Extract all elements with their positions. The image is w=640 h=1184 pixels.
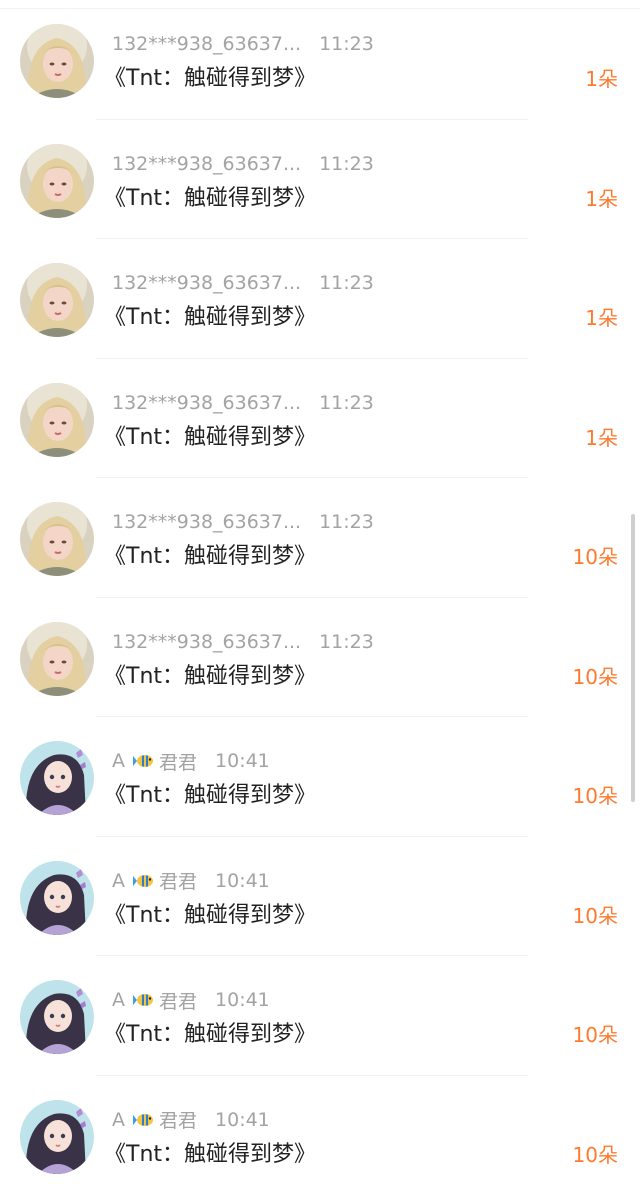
sender-name[interactable]: A 君君 — [112, 867, 197, 894]
sender-name-prefix: A — [112, 750, 125, 772]
list-item[interactable]: A 君君 10:41 《Tnt：触碰得到梦》 10朵 — [0, 717, 640, 837]
blonde-woman-avatar-icon — [20, 382, 94, 457]
sender-name-suffix: 君君 — [159, 751, 198, 774]
send-time: 11:23 — [319, 152, 374, 175]
sender-name[interactable]: 132***938_63637... — [112, 272, 301, 294]
sender-name[interactable]: 132***938_63637... — [112, 392, 301, 414]
tropical-fish-icon — [133, 751, 157, 771]
tropical-fish-icon — [133, 871, 157, 891]
sender-name[interactable]: 132***938_63637... — [112, 631, 301, 653]
avatar[interactable] — [20, 980, 94, 1054]
list-item[interactable]: A 君君 10:41 《Tnt：触碰得到梦》 10朵 — [0, 837, 640, 956]
tropical-fish-icon — [133, 1110, 157, 1130]
sender-name-prefix: A — [112, 869, 125, 892]
avatar[interactable] — [20, 621, 94, 696]
avatar[interactable] — [20, 741, 94, 815]
sender-name-prefix: A — [112, 1108, 125, 1131]
avatar[interactable] — [20, 382, 94, 457]
send-time: 11:23 — [319, 272, 374, 294]
gift-amount: 10朵 — [572, 545, 618, 569]
list-item[interactable]: 132***938_63637... 11:23 《Tnt：触碰得到梦》 1朵 — [0, 0, 640, 120]
book-title: 《Tnt：触碰得到梦》 — [104, 1141, 317, 1167]
sender-meta: A 君君 10:41 — [112, 868, 270, 894]
sender-name[interactable]: 132***938_63637... — [112, 511, 301, 533]
tropical-fish-icon — [133, 990, 157, 1010]
list-item[interactable]: 132***938_63637... 11:23 《Tnt：触碰得到梦》 10朵 — [0, 598, 640, 717]
gift-amount: 1朵 — [585, 67, 618, 91]
book-title: 《Tnt：触碰得到梦》 — [104, 305, 317, 330]
sender-meta: 132***938_63637... 11:23 — [112, 151, 374, 177]
avatar[interactable] — [20, 263, 94, 337]
list-item[interactable]: 132***938_63637... 11:23 《Tnt：触碰得到梦》 1朵 — [0, 359, 640, 478]
sender-name[interactable]: A 君君 — [112, 748, 197, 775]
list-item[interactable]: 132***938_63637... 11:23 《Tnt：触碰得到梦》 1朵 — [0, 239, 640, 359]
gift-amount: 1朵 — [585, 306, 618, 330]
scrollbar[interactable] — [631, 514, 635, 802]
sender-name-suffix: 君君 — [159, 1110, 198, 1132]
list-item[interactable]: A 君君 10:41 《Tnt：触碰得到梦》 10朵 — [0, 956, 640, 1076]
blonde-woman-avatar-icon — [20, 263, 94, 337]
gift-amount: 1朵 — [585, 186, 618, 211]
list-item[interactable]: 132***938_63637... 11:23 《Tnt：触碰得到梦》 10朵 — [0, 478, 640, 598]
send-time: 11:23 — [319, 391, 374, 414]
sender-name-suffix: 君君 — [159, 871, 198, 893]
sender-name[interactable]: 132***938_63637... — [112, 33, 301, 55]
blonde-woman-avatar-icon — [20, 621, 94, 696]
book-title: 《Tnt：触碰得到梦》 — [104, 544, 317, 569]
send-time: 10:41 — [215, 869, 270, 892]
avatar[interactable] — [20, 860, 94, 935]
sender-meta: 132***938_63637... 11:23 — [112, 629, 374, 655]
avatar[interactable] — [20, 24, 94, 98]
list-item[interactable]: 132***938_63637... 11:23 《Tnt：触碰得到梦》 1朵 — [0, 120, 640, 239]
book-title: 《Tnt：触碰得到梦》 — [104, 66, 317, 91]
blonde-woman-avatar-icon — [20, 24, 94, 98]
sender-meta: A 君君 10:41 — [112, 1107, 270, 1133]
blonde-woman-avatar-icon — [20, 143, 94, 218]
sender-meta: A 君君 10:41 — [112, 987, 270, 1013]
gift-amount: 10朵 — [572, 664, 618, 689]
gift-amount: 1朵 — [585, 425, 618, 450]
book-title: 《Tnt：触碰得到梦》 — [104, 1022, 317, 1047]
blonde-woman-avatar-icon — [20, 502, 94, 576]
gift-amount: 10朵 — [572, 903, 618, 928]
anime-girl-avatar-icon — [20, 1099, 94, 1174]
sender-meta: A 君君 10:41 — [112, 748, 270, 774]
avatar[interactable] — [20, 143, 94, 218]
sender-name[interactable]: A 君君 — [112, 987, 197, 1014]
sender-meta: 132***938_63637... 11:23 — [112, 509, 374, 535]
book-title: 《Tnt：触碰得到梦》 — [104, 902, 317, 928]
anime-girl-avatar-icon — [20, 980, 94, 1054]
anime-girl-avatar-icon — [20, 860, 94, 935]
send-time: 10:41 — [215, 989, 270, 1011]
sender-name[interactable]: 132***938_63637... — [112, 153, 301, 175]
send-time: 11:23 — [319, 511, 374, 533]
gift-amount: 10朵 — [572, 1023, 618, 1047]
book-title: 《Tnt：触碰得到梦》 — [104, 783, 317, 808]
anime-girl-avatar-icon — [20, 741, 94, 815]
gift-amount: 10朵 — [572, 1142, 618, 1167]
gift-amount: 10朵 — [572, 784, 618, 808]
sender-name-prefix: A — [112, 989, 125, 1011]
send-time: 10:41 — [215, 1108, 270, 1131]
sender-name-suffix: 君君 — [159, 990, 198, 1013]
send-time: 10:41 — [215, 750, 270, 772]
sender-meta: 132***938_63637... 11:23 — [112, 31, 374, 57]
sender-meta: 132***938_63637... 11:23 — [112, 270, 374, 296]
sender-name[interactable]: A 君君 — [112, 1106, 197, 1133]
list-item[interactable]: A 君君 10:41 《Tnt：触碰得到梦》 10朵 — [0, 1076, 640, 1184]
sender-meta: 132***938_63637... 11:23 — [112, 390, 374, 416]
book-title: 《Tnt：触碰得到梦》 — [104, 185, 317, 211]
avatar[interactable] — [20, 502, 94, 576]
gift-list-screen: 132***938_63637... 11:23 《Tnt：触碰得到梦》 1朵 — [0, 0, 640, 1184]
book-title: 《Tnt：触碰得到梦》 — [104, 663, 317, 689]
avatar[interactable] — [20, 1099, 94, 1174]
send-time: 11:23 — [319, 630, 374, 653]
book-title: 《Tnt：触碰得到梦》 — [104, 424, 317, 450]
send-time: 11:23 — [319, 33, 374, 55]
